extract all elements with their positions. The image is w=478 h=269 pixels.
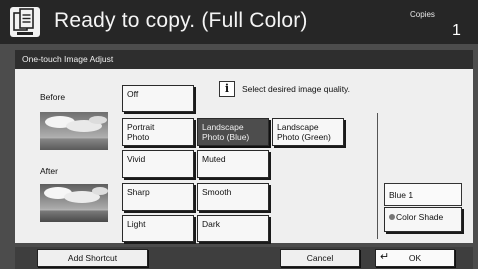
color-shade-value: Blue 1 [384, 183, 462, 206]
info-icon: i [219, 81, 235, 97]
before-label: Before [40, 92, 66, 102]
add-shortcut-button[interactable]: Add Shortcut [37, 249, 148, 267]
radio-dot-icon [389, 214, 395, 220]
cancel-button[interactable]: Cancel [280, 249, 360, 267]
after-preview-image [40, 184, 108, 222]
before-preview-image [40, 112, 108, 150]
cancel-label: Cancel [306, 253, 334, 263]
copy-document-icon [10, 7, 40, 37]
add-shortcut-label: Add Shortcut [67, 253, 118, 263]
dark-label: Dark [202, 219, 220, 229]
status-title: Ready to copy. (Full Color) [54, 9, 308, 32]
ok-button[interactable]: ↵ OK [375, 249, 455, 267]
portrait-photo-line1: Portrait [127, 122, 155, 132]
after-label: After [40, 166, 58, 176]
landscape-photo-blue-line1: Landscape [202, 122, 244, 132]
panel-divider [377, 113, 378, 239]
color-shade-label: Color Shade [396, 212, 444, 222]
ok-label: OK [408, 253, 422, 263]
header-bar: Ready to copy. (Full Color) Copies 1 [0, 0, 478, 44]
light-button[interactable]: Light [122, 215, 194, 242]
off-button[interactable]: Off [122, 85, 194, 112]
tab-one-touch-image-adjust: One-touch Image Adjust [15, 50, 473, 69]
color-shade-button[interactable]: Color Shade [384, 207, 462, 232]
landscape-photo-blue-button[interactable]: Landscape Photo (Blue) [197, 118, 269, 146]
portrait-photo-line2: Photo [127, 132, 150, 142]
smooth-button[interactable]: Smooth [197, 183, 269, 211]
vivid-label: Vivid [127, 154, 146, 164]
muted-label: Muted [202, 154, 226, 164]
sharp-button[interactable]: Sharp [122, 183, 194, 211]
landscape-photo-blue-line2: Photo (Blue) [202, 132, 250, 142]
landscape-photo-green-line2: Photo (Green) [277, 132, 331, 142]
copies-label: Copies [410, 10, 435, 19]
sharp-label: Sharp [127, 187, 150, 197]
light-label: Light [127, 219, 146, 229]
off-label: Off [127, 89, 139, 99]
smooth-label: Smooth [202, 187, 232, 197]
landscape-photo-green-button[interactable]: Landscape Photo (Green) [272, 118, 344, 146]
copies-count: 1 [452, 22, 461, 39]
info-message: Select desired image quality. [242, 84, 351, 94]
vivid-button[interactable]: Vivid [122, 150, 194, 178]
dark-button[interactable]: Dark [197, 215, 269, 242]
enter-arrow-icon: ↵ [380, 251, 390, 263]
muted-button[interactable]: Muted [197, 150, 269, 178]
landscape-photo-green-line1: Landscape [277, 122, 319, 132]
portrait-photo-button[interactable]: Portrait Photo [122, 118, 194, 146]
